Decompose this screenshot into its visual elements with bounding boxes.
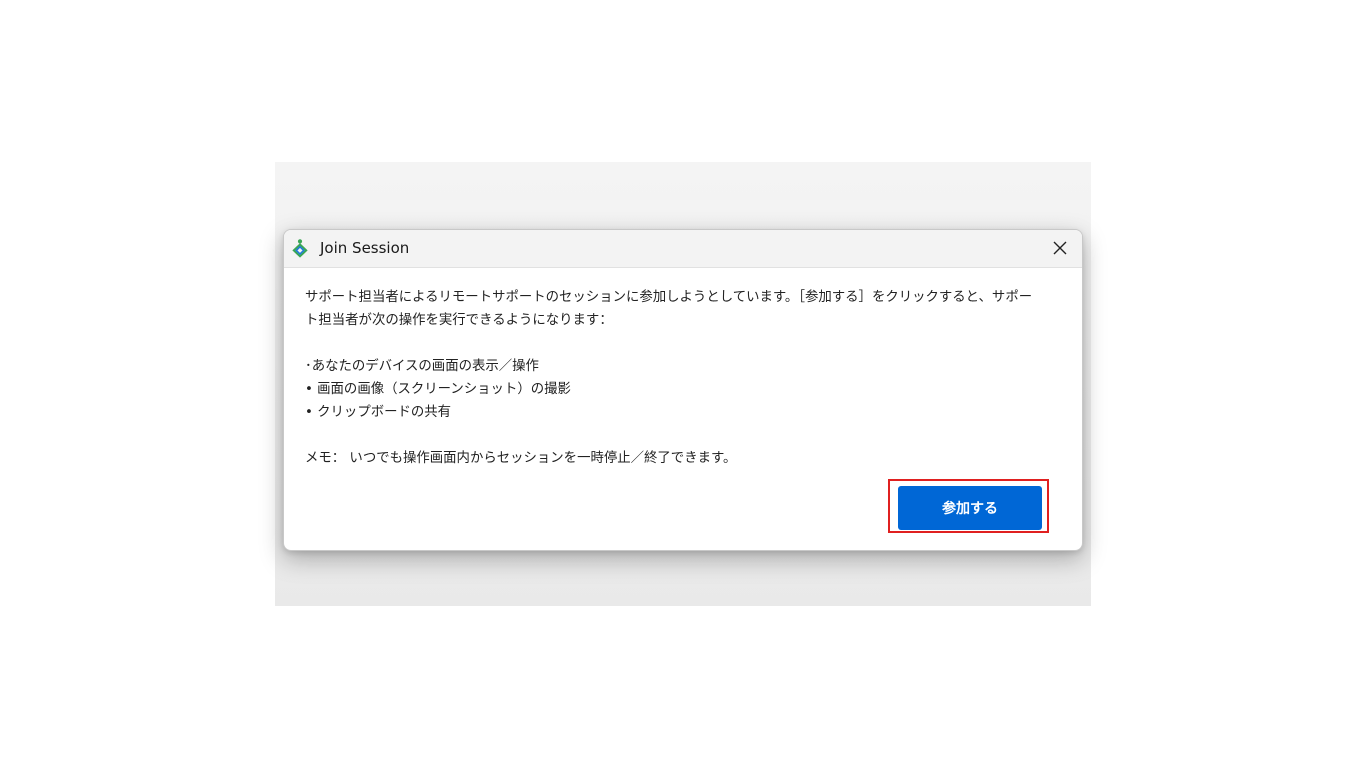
permission-item-screenshot: • 画面の画像（スクリーンショット）の撮影 [305, 382, 571, 397]
note-text: メモ： いつでも操作画面内からセッションを一時停止／終了できます。 [305, 451, 737, 466]
message-body: サポート担当者によるリモートサポートのセッションに参加しようとしています。［参加… [305, 286, 1045, 470]
window-title: Join Session [320, 239, 410, 257]
join-button[interactable]: 参加する [898, 486, 1042, 530]
close-icon [1053, 241, 1067, 255]
title-bar: Join Session [284, 230, 1082, 268]
join-session-dialog: Join Session サポート担当者によるリモートサポートのセッションに参加… [283, 229, 1083, 551]
close-button[interactable] [1044, 233, 1076, 263]
permission-item-clipboard: • クリップボードの共有 [305, 405, 452, 420]
join-session-app-icon [290, 238, 310, 258]
permission-item-screen-view: ･あなたのデバイスの画面の表示／操作 [305, 359, 539, 374]
intro-text: サポート担当者によるリモートサポートのセッションに参加しようとしています。［参加… [305, 290, 1033, 328]
